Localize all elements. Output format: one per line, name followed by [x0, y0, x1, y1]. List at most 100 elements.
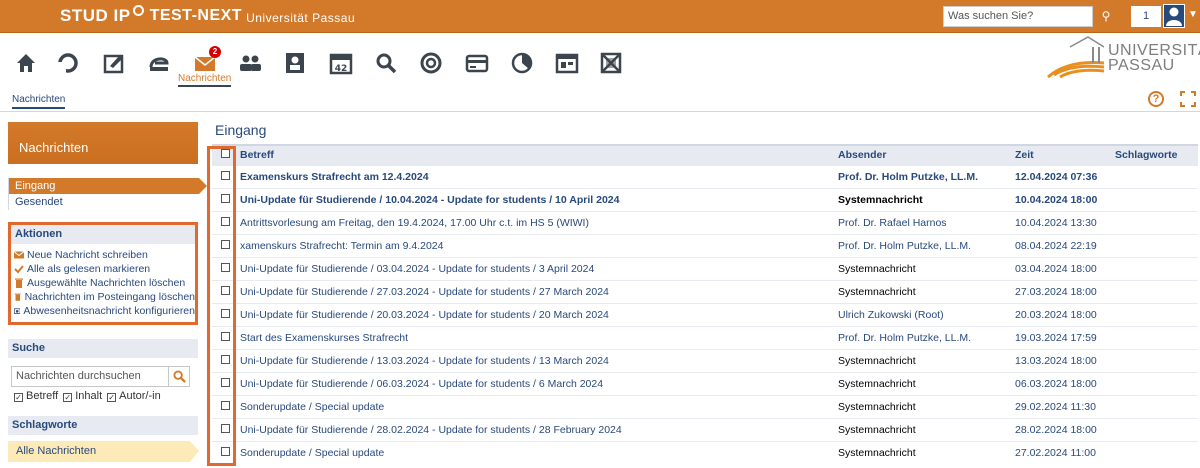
new-message-action[interactable]: Neue Nachricht schreiben: [11, 248, 195, 262]
mark-all-read-action[interactable]: Alle als gelesen markieren: [11, 262, 195, 276]
table-row[interactable]: xamenskurs Strafrecht: Termin am 9.4.202…: [212, 233, 1198, 257]
message-subject-link[interactable]: Uni-Update für Studierende / 06.03.2024 …: [238, 371, 836, 395]
row-select-checkbox[interactable]: [220, 262, 230, 272]
message-time: 29.02.2024 11:30: [1013, 394, 1113, 418]
delete-inbox-action[interactable]: Nachrichten im Posteingang löschen: [11, 290, 195, 304]
message-search-input[interactable]: Nachrichten durchsuchen: [11, 366, 169, 387]
away-message-action[interactable]: Abwesenheitsnachricht konfigurieren: [11, 304, 195, 318]
global-search-button[interactable]: ⚲: [1094, 6, 1118, 27]
tag-all-messages[interactable]: Alle Nachrichten: [8, 441, 199, 462]
row-select-checkbox[interactable]: [220, 400, 230, 410]
fullscreen-icon[interactable]: [1180, 91, 1196, 107]
row-select-checkbox[interactable]: [220, 308, 230, 318]
row-select-checkbox[interactable]: [220, 423, 230, 433]
table-row[interactable]: Uni-Update für Studierende / 13.03.2024 …: [212, 348, 1198, 372]
message-subject-link[interactable]: Sonderupdate / Special update: [238, 394, 836, 418]
stats-icon[interactable]: [510, 51, 534, 75]
notification-counter[interactable]: 1: [1131, 6, 1161, 27]
message-subject-link[interactable]: Uni-Update für Studierende / 10.04.2024 …: [238, 187, 836, 211]
message-sender[interactable]: Prof. Dr. Rafael Harnos: [836, 210, 1013, 234]
search-option-author[interactable]: ✓ Autor/-in: [107, 390, 161, 402]
table-row[interactable]: Uni-Update für Studierende / 27.03.2024 …: [212, 279, 1198, 303]
message-subject-link[interactable]: Uni-Update für Studierende / 27.03.2024 …: [238, 279, 836, 303]
community-icon[interactable]: [238, 51, 262, 75]
row-select-cell: [212, 394, 238, 418]
studip-logo[interactable]: STUD IP TEST-NEXT Universität Passau: [60, 4, 355, 26]
activity-icon[interactable]: [56, 51, 80, 75]
disabled-icon[interactable]: [599, 51, 623, 75]
message-subject-link[interactable]: Uni-Update für Studierende / 28.02.2024 …: [238, 417, 836, 441]
sidebar-item-inbox[interactable]: Eingang: [9, 178, 207, 194]
message-subject-link[interactable]: Sonderupdate / Special update: [238, 440, 836, 464]
row-select-checkbox[interactable]: [220, 170, 230, 180]
message-tags: [1113, 187, 1198, 211]
mark-all-read-label: Alle als gelesen markieren: [27, 263, 151, 275]
column-time[interactable]: Zeit: [1013, 144, 1113, 165]
settings-icon: [14, 308, 21, 314]
table-row[interactable]: Start des Examenskurses Strafrecht Prof. …: [212, 325, 1198, 349]
global-search-input[interactable]: Was suchen Sie?: [943, 6, 1093, 27]
workplace-icon[interactable]: [102, 51, 126, 75]
tools-icon[interactable]: [419, 51, 443, 75]
search-icon: [172, 370, 186, 383]
avatar[interactable]: [1163, 4, 1185, 28]
message-sender: Systemnachricht: [836, 256, 1013, 280]
message-sender[interactable]: Ulrich Zukowski (Root): [836, 302, 1013, 326]
sidebar-item-sent[interactable]: Gesendet: [9, 194, 198, 210]
table-row[interactable]: Sonderupdate / Special update Systemnachr…: [212, 394, 1198, 418]
message-sender[interactable]: Prof. Dr. Holm Putzke, LL.M.: [836, 233, 1013, 257]
row-select-checkbox[interactable]: [220, 331, 230, 341]
search-option-subject[interactable]: ✓ Betreff: [14, 390, 58, 402]
column-sender[interactable]: Absender: [836, 144, 1013, 165]
message-subject-link[interactable]: Uni-Update für Studierende / 20.03.2024 …: [238, 302, 836, 326]
message-sender: Systemnachricht: [836, 371, 1013, 395]
tab-messages[interactable]: Nachrichten: [12, 94, 66, 109]
message-sender[interactable]: Prof. Dr. Holm Putzke, LL.M.: [836, 164, 1013, 188]
row-select-checkbox[interactable]: [220, 193, 230, 203]
column-subject[interactable]: Betreff: [238, 144, 836, 165]
admin-icon[interactable]: [465, 51, 489, 75]
message-sender[interactable]: Prof. Dr. Holm Putzke, LL.M.: [836, 325, 1013, 349]
profile-icon[interactable]: [283, 51, 307, 75]
message-sender: Systemnachricht: [836, 279, 1013, 303]
row-select-checkbox[interactable]: [220, 446, 230, 456]
row-select-checkbox[interactable]: [220, 354, 230, 364]
message-tags: [1113, 325, 1198, 349]
schedule-icon[interactable]: 42: [329, 51, 353, 75]
table-row[interactable]: Uni-Update für Studierende / 10.04.2024 …: [212, 187, 1198, 211]
search-icon[interactable]: [374, 51, 398, 75]
table-row[interactable]: Examenskurs Strafrecht am 12.4.2024 Prof.…: [212, 164, 1198, 188]
home-icon[interactable]: [14, 51, 38, 75]
nav-item-messages-label[interactable]: Nachrichten: [178, 73, 232, 87]
rooms-icon[interactable]: [555, 51, 579, 75]
table-row[interactable]: Uni-Update für Studierende / 20.03.2024 …: [212, 302, 1198, 326]
column-tags[interactable]: Schlagworte: [1113, 144, 1198, 165]
messages-table: Betreff Absender Zeit Schlagworte Examen…: [212, 144, 1198, 464]
table-row[interactable]: Sonderupdate / Special update Systemnachr…: [212, 440, 1198, 464]
message-subject-link[interactable]: Uni-Update für Studierende / 13.03.2024 …: [238, 348, 836, 372]
main-content: Eingang Betreff Absender Zeit Schlagwort…: [212, 122, 1198, 464]
courses-icon[interactable]: [147, 51, 171, 75]
help-icon[interactable]: ?: [1148, 91, 1164, 107]
select-all-checkbox[interactable]: [220, 149, 230, 159]
table-row[interactable]: Antrittsvorlesung am Freitag, den 19.4.2…: [212, 210, 1198, 234]
message-subject-link[interactable]: Start des Examenskurses Strafrecht: [238, 325, 836, 349]
chevron-down-icon[interactable]: ▼: [1188, 9, 1198, 20]
row-select-cell: [212, 325, 238, 349]
row-select-checkbox[interactable]: [220, 377, 230, 387]
table-row[interactable]: Uni-Update für Studierende / 03.04.2024 …: [212, 256, 1198, 280]
table-row[interactable]: Uni-Update für Studierende / 28.02.2024 …: [212, 417, 1198, 441]
message-subject-link[interactable]: xamenskurs Strafrecht: Termin am 9.4.202…: [238, 233, 836, 257]
row-select-checkbox[interactable]: [220, 239, 230, 249]
message-subject-link[interactable]: Examenskurs Strafrecht am 12.4.2024: [238, 164, 836, 188]
message-subject-link[interactable]: Uni-Update für Studierende / 03.04.2024 …: [238, 256, 836, 280]
search-option-content[interactable]: ✓ Inhalt: [63, 390, 102, 402]
row-select-checkbox[interactable]: [220, 285, 230, 295]
delete-inbox-label: Nachrichten im Posteingang löschen: [24, 291, 195, 303]
checkbox-checked-icon: ✓: [14, 393, 23, 402]
message-search-button[interactable]: [169, 366, 190, 387]
delete-selected-action[interactable]: Ausgewählte Nachrichten löschen: [11, 276, 195, 290]
table-row[interactable]: Uni-Update für Studierende / 06.03.2024 …: [212, 371, 1198, 395]
row-select-checkbox[interactable]: [220, 216, 230, 226]
message-subject-link[interactable]: Antrittsvorlesung am Freitag, den 19.4.2…: [238, 210, 836, 234]
